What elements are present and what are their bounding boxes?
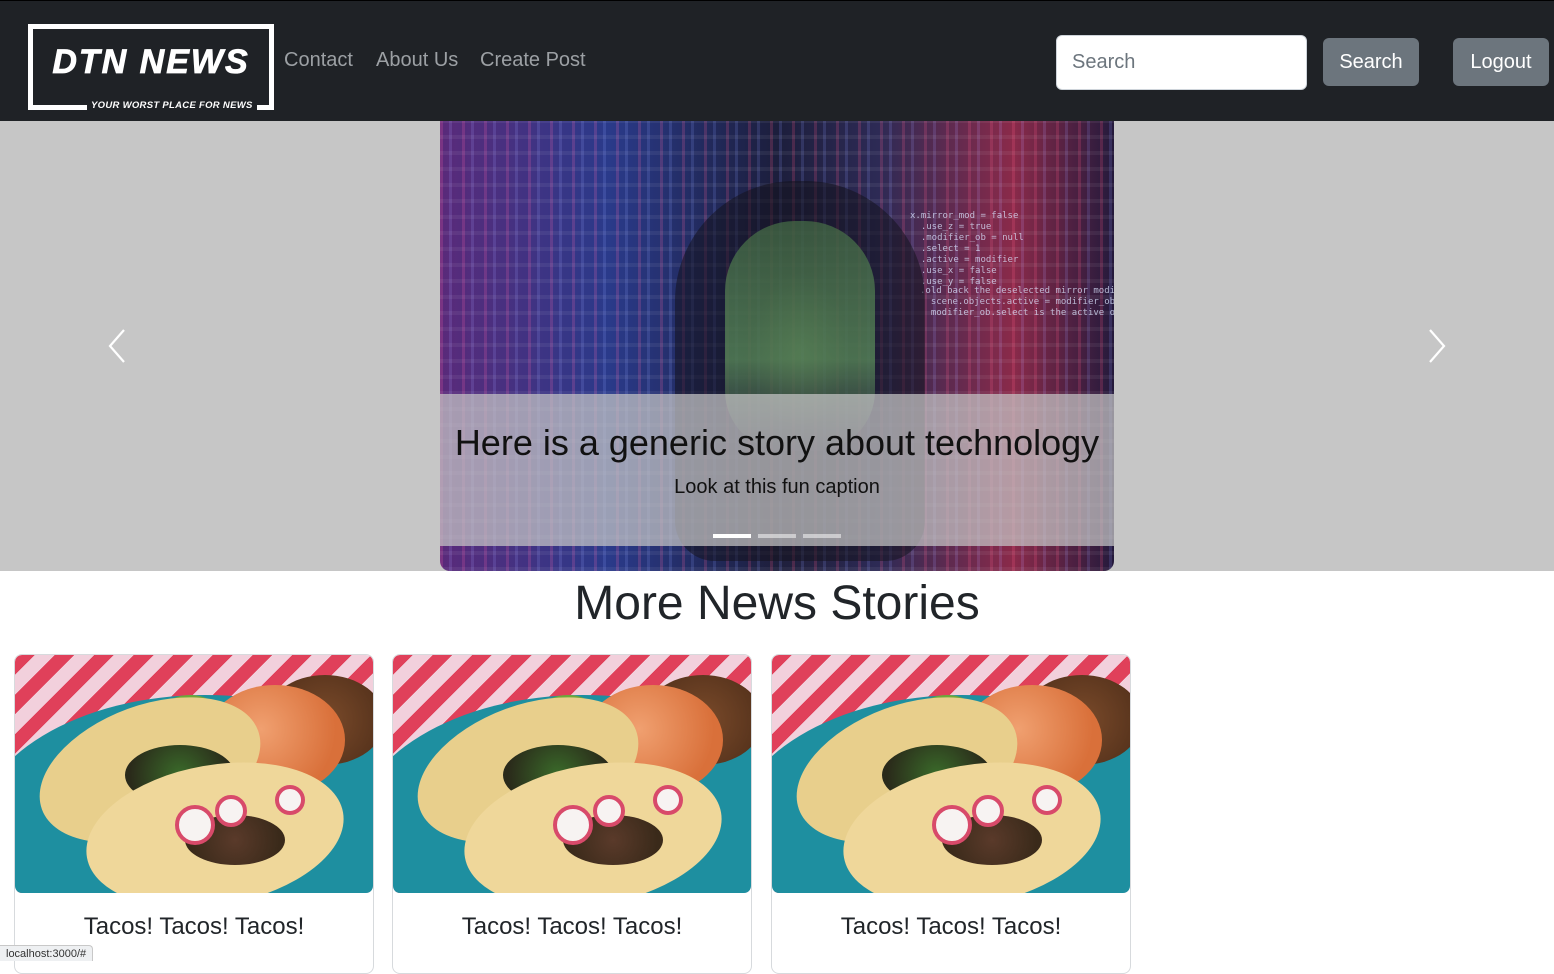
nav-link-about-us[interactable]: About Us bbox=[376, 49, 458, 72]
nav-link-create-post[interactable]: Create Post bbox=[480, 49, 586, 72]
carousel-indicators bbox=[440, 534, 1114, 538]
search-input[interactable] bbox=[1056, 35, 1307, 90]
carousel-caption-text: Look at this fun caption bbox=[674, 476, 880, 498]
carousel-indicator-1[interactable] bbox=[713, 534, 751, 538]
brand-logo[interactable]: DTN NEWS YOUR WORST PLACE FOR NEWS bbox=[28, 24, 274, 111]
chevron-left-icon bbox=[108, 329, 125, 363]
code-overlay-text: x.mirror_mod = false .use_z = true .modi… bbox=[910, 211, 1024, 287]
story-card[interactable]: Tacos! Tacos! Tacos! bbox=[392, 654, 752, 974]
carousel-slide-image: x.mirror_mod = false .use_z = true .modi… bbox=[440, 121, 1114, 571]
story-card-title[interactable]: Tacos! Tacos! Tacos! bbox=[772, 913, 1130, 941]
brand-name: DTN NEWS bbox=[52, 43, 250, 82]
story-card[interactable]: Tacos! Tacos! Tacos! bbox=[14, 654, 374, 974]
carousel-indicator-3[interactable] bbox=[803, 534, 841, 538]
carousel-indicator-2[interactable] bbox=[758, 534, 796, 538]
hero-carousel: x.mirror_mod = false .use_z = true .modi… bbox=[0, 121, 1554, 571]
top-navbar: DTN NEWS YOUR WORST PLACE FOR NEWS Conta… bbox=[0, 0, 1554, 121]
logout-button[interactable]: Logout bbox=[1453, 38, 1549, 86]
carousel-prev-button[interactable] bbox=[98, 326, 138, 366]
code-overlay-text-2: .old back the deselected mirror modifier… bbox=[920, 286, 1114, 318]
story-card-title[interactable]: Tacos! Tacos! Tacos! bbox=[15, 913, 373, 941]
status-bar-url: localhost:3000/# bbox=[0, 945, 94, 961]
brand-tagline: YOUR WORST PLACE FOR NEWS bbox=[87, 100, 257, 111]
section-title: More News Stories bbox=[574, 577, 980, 630]
search-button[interactable]: Search bbox=[1323, 38, 1419, 86]
story-card-image bbox=[772, 655, 1130, 893]
chevron-right-icon bbox=[1429, 329, 1446, 363]
story-card-image bbox=[393, 655, 751, 893]
carousel-caption-title: Here is a generic story about technology bbox=[454, 422, 1100, 463]
story-card[interactable]: Tacos! Tacos! Tacos! bbox=[771, 654, 1131, 974]
carousel-caption: Here is a generic story about technology… bbox=[440, 394, 1114, 546]
nav-link-contact[interactable]: Contact bbox=[284, 49, 353, 72]
story-card-image bbox=[15, 655, 373, 893]
carousel-next-button[interactable] bbox=[1416, 326, 1456, 366]
story-card-title[interactable]: Tacos! Tacos! Tacos! bbox=[393, 913, 751, 941]
